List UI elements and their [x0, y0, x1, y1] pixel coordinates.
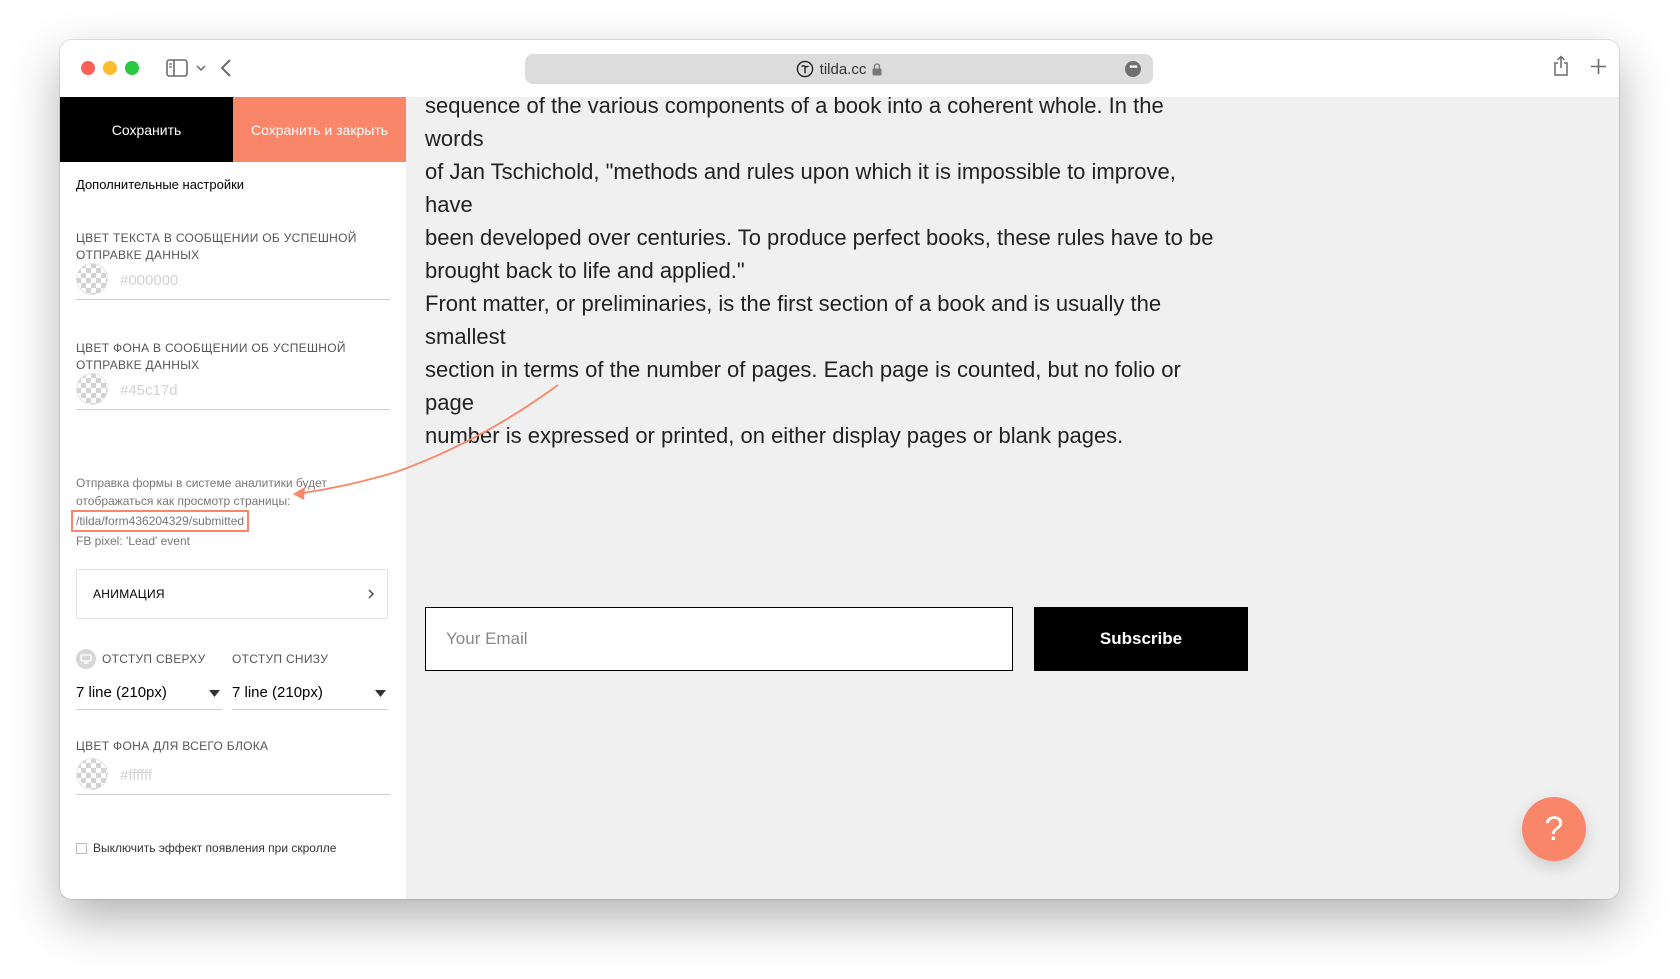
new-tab-icon[interactable]	[1590, 58, 1607, 75]
browser-titlebar: tilda.cc •••	[60, 40, 1619, 98]
chevron-down-icon[interactable]	[196, 64, 206, 72]
success-bg-color-input[interactable]	[118, 377, 382, 403]
success-bg-color-label: Цвет фона в сообщении об успешной отправ…	[76, 341, 346, 372]
email-input[interactable]	[425, 607, 1013, 671]
chevron-right-icon	[368, 589, 374, 599]
save-and-close-button[interactable]: Сохранить и закрыть	[233, 97, 406, 162]
padding-bottom-select[interactable]: 7 line (210px)	[232, 677, 388, 710]
animation-label: АНИМАЦИЯ	[93, 587, 165, 601]
padding-top-field: Отступ сверху 7 line (210px)	[76, 649, 222, 710]
caret-down-icon	[375, 690, 386, 697]
browser-window: tilda.cc ••• Сохранить Сохранить и закры…	[60, 40, 1619, 899]
paragraph-2: Front matter, or preliminaries, is the f…	[425, 291, 1181, 448]
block-bg-color-field	[76, 756, 390, 795]
preview-canvas: sequence of the various components of a …	[406, 97, 1619, 899]
address-bar[interactable]: tilda.cc •••	[525, 54, 1153, 84]
minimize-window-button[interactable]	[103, 61, 117, 75]
color-swatch[interactable]	[76, 373, 108, 405]
paragraph-1: sequence of the various components of a …	[425, 97, 1214, 283]
more-options-icon[interactable]: •••	[1125, 61, 1141, 77]
animation-accordion[interactable]: АНИМАЦИЯ	[76, 569, 388, 619]
padding-bottom-label: Отступ снизу	[232, 652, 329, 666]
page-content: Сохранить Сохранить и закрыть Дополнител…	[60, 97, 1619, 899]
back-arrow-icon[interactable]	[220, 58, 232, 78]
block-bg-color-label: Цвет фона для всего блока	[76, 739, 269, 753]
submitted-path-highlight: /tilda/form436204329/submitted	[71, 510, 250, 532]
sidebar-toggle-icon[interactable]	[166, 59, 188, 77]
zoom-window-button[interactable]	[125, 61, 139, 75]
disable-scroll-effect-label: Выключить эффект появления при скролле	[93, 841, 337, 855]
share-icon[interactable]	[1552, 55, 1570, 77]
lock-icon	[872, 62, 882, 75]
disable-scroll-effect-option[interactable]: Выключить эффект появления при скролле	[76, 841, 336, 855]
success-text-color-label: Цвет текста в сообщении об успешной отпр…	[76, 231, 357, 262]
close-window-button[interactable]	[81, 61, 95, 75]
success-text-color-input[interactable]	[118, 267, 382, 293]
success-text-color-field	[76, 261, 390, 300]
body-text: sequence of the various components of a …	[425, 97, 1215, 452]
padding-top-select[interactable]: 7 line (210px)	[76, 677, 222, 710]
color-swatch[interactable]	[76, 263, 108, 295]
caret-down-icon	[209, 690, 220, 697]
save-button[interactable]: Сохранить	[60, 97, 233, 162]
padding-bottom-field: Отступ снизу 7 line (210px)	[232, 649, 388, 710]
padding-top-label: Отступ сверху	[102, 652, 206, 666]
panel-title: Дополнительные настройки	[76, 177, 245, 192]
settings-panel: Сохранить Сохранить и закрыть Дополнител…	[60, 97, 406, 899]
tilda-logo-icon	[796, 60, 813, 78]
analytics-note: Отправка формы в системе аналитики будет…	[71, 474, 376, 550]
success-bg-color-field	[76, 371, 390, 410]
color-swatch[interactable]	[76, 758, 108, 790]
block-bg-color-input[interactable]	[118, 762, 382, 788]
monitor-icon[interactable]	[76, 649, 96, 669]
address-url: tilda.cc	[819, 60, 867, 78]
disable-scroll-effect-checkbox[interactable]	[76, 842, 87, 854]
subscribe-button[interactable]: Subscribe	[1034, 607, 1248, 671]
help-button[interactable]: ?	[1522, 797, 1586, 861]
